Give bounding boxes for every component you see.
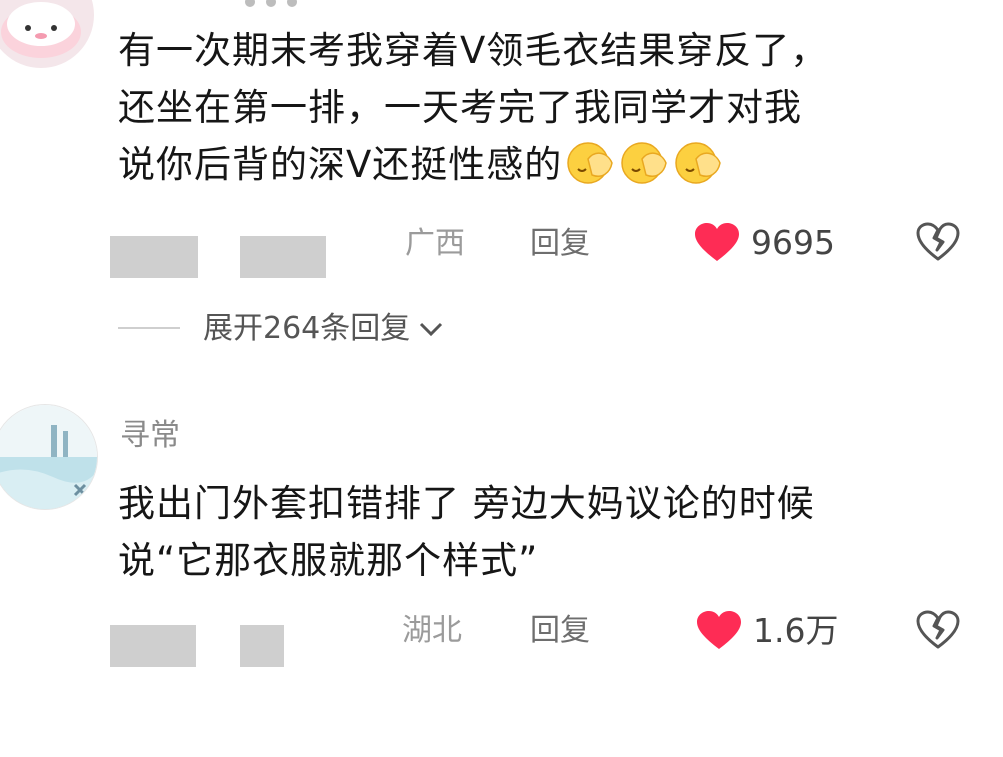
blurred-date <box>240 236 326 278</box>
broken-heart-icon <box>916 222 960 266</box>
chevron-down-icon <box>418 319 444 339</box>
reply-button[interactable]: 回复 <box>530 224 590 264</box>
comment-line: 说“它那衣服就那个样式” <box>118 539 539 582</box>
username[interactable]: 寻常 <box>120 416 180 456</box>
avatar[interactable] <box>0 404 98 510</box>
expand-replies-label: 展开264条回复 <box>203 311 411 346</box>
broken-heart-icon <box>916 610 960 654</box>
comment-line: 说你后背的深V还挺性感的 <box>118 136 828 193</box>
comment-text: 我出门外套扣错排了 旁边大妈议论的时候 说“它那衣服就那个样式” <box>118 475 815 589</box>
blurred-date <box>240 625 284 667</box>
location-label: 广西 <box>405 226 465 261</box>
face-palm-emoji <box>620 139 670 185</box>
heart-icon <box>697 611 741 651</box>
dislike-button[interactable] <box>916 610 960 654</box>
like-count: 1.6万 <box>753 611 839 650</box>
divider <box>118 327 180 329</box>
comment-text: 有一次期末考我穿着V领毛衣结果穿反了， 还坐在第一排，一天考完了我同学才对我 说… <box>118 22 828 193</box>
dislike-button[interactable] <box>916 222 960 266</box>
like-button[interactable]: 9695 <box>695 220 835 266</box>
like-count: 9695 <box>751 223 835 262</box>
comment-line: 我出门外套扣错排了 旁边大妈议论的时候 <box>118 482 815 525</box>
username-partial <box>245 0 315 7</box>
blurred-date <box>110 625 196 667</box>
expand-replies-button[interactable]: 展开264条回复 <box>203 309 444 349</box>
blurred-date <box>110 236 198 278</box>
face-palm-emoji <box>674 139 724 185</box>
comment-line: 有一次期末考我穿着V领毛衣结果穿反了， <box>118 29 829 72</box>
reply-button[interactable]: 回复 <box>530 611 590 651</box>
location-label: 湖北 <box>402 613 462 648</box>
comment-line: 还坐在第一排，一天考完了我同学才对我 <box>118 86 802 129</box>
face-palm-emoji <box>566 139 616 185</box>
heart-icon <box>695 223 739 263</box>
like-button[interactable]: 1.6万 <box>697 608 838 654</box>
avatar[interactable] <box>0 0 94 68</box>
